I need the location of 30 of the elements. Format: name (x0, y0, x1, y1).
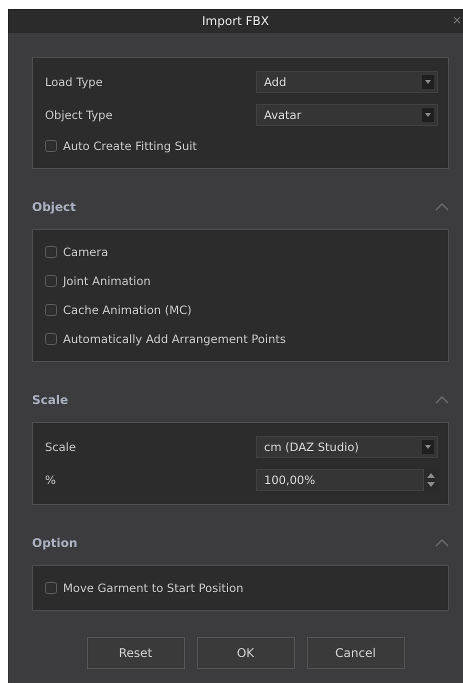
checkbox[interactable] (45, 275, 57, 287)
field-label: Object Type (45, 108, 113, 122)
dropdown[interactable]: Avatar (256, 104, 438, 126)
checkbox-label: Move Garment to Start Position (63, 581, 244, 595)
field-label: Load Type (45, 75, 103, 89)
dropdown[interactable]: cm (DAZ Studio) (256, 436, 438, 458)
checkbox[interactable] (45, 246, 57, 258)
chevron-up-icon[interactable] (435, 539, 449, 547)
checkbox[interactable] (45, 333, 57, 345)
window-title: Import FBX (202, 14, 269, 28)
section-title: Object (32, 200, 76, 214)
section-title: Scale (32, 393, 68, 407)
checkbox-label: Camera (63, 245, 108, 259)
checkbox[interactable] (45, 140, 57, 152)
chevron-up-icon[interactable] (435, 396, 449, 404)
checkbox-label: Joint Animation (63, 274, 151, 288)
checkbox-label: Cache Animation (MC) (63, 303, 192, 317)
field-label: Scale (45, 440, 76, 454)
dialog-button[interactable]: Reset (86, 637, 184, 669)
checkbox-label: Automatically Add Arrangement Points (63, 332, 286, 346)
field-label: % (45, 473, 56, 487)
chevron-up-icon[interactable] (435, 203, 449, 211)
dialog-button[interactable]: OK (196, 637, 294, 669)
dialog-button[interactable]: Cancel (306, 637, 404, 669)
checkbox-label: Auto Create Fitting Suit (63, 139, 197, 153)
dropdown[interactable]: Add (256, 71, 438, 93)
checkbox[interactable] (45, 304, 57, 316)
section-title: Option (32, 536, 78, 550)
spin-field[interactable]: 100,00% (256, 469, 424, 491)
checkbox[interactable] (45, 582, 57, 594)
